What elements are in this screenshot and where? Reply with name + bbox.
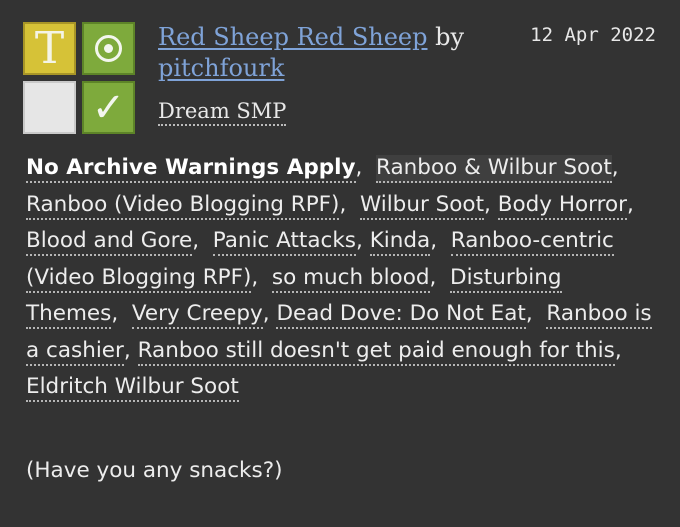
work-blurb: T ✓ Red Sheep Red Sheep by pitchfourk 12… <box>0 0 680 527</box>
tag-list: No Archive Warnings Apply, Ranboo & Wilb… <box>26 150 656 406</box>
work-summary: (Have you any snacks?) <box>26 458 283 483</box>
publish-date: 12 Apr 2022 <box>530 24 656 46</box>
required-tags: T ✓ <box>23 22 137 136</box>
work-heading: Red Sheep Red Sheep by pitchfourk <box>158 22 508 84</box>
fandom-link[interactable]: Dream SMP <box>158 98 287 126</box>
tag-freeform[interactable]: so much blood <box>271 264 430 293</box>
rating-teen-icon[interactable]: T <box>23 22 76 75</box>
circle-dot-icon <box>104 44 113 53</box>
tag-freeform[interactable]: Dead Dove: Do Not Eat <box>276 301 526 329</box>
tag-freeform[interactable]: Kinda <box>369 228 431 256</box>
tag-freeform[interactable]: Body Horror <box>497 191 627 220</box>
author-link[interactable]: pitchfourk <box>158 54 284 82</box>
tag-freeform[interactable]: Very Creepy <box>131 301 263 329</box>
tag-relationship[interactable]: Ranboo & Wilbur Soot <box>376 155 612 183</box>
checkmark-glyph: ✓ <box>91 85 126 131</box>
tag-freeform[interactable]: Panic Attacks <box>212 228 357 256</box>
category-gen-icon[interactable] <box>82 22 135 75</box>
tag-freeform[interactable]: Eldritch Wilbur Soot <box>26 374 239 402</box>
tag-character[interactable]: Wilbur Soot <box>359 191 485 220</box>
by-text: by <box>435 23 465 51</box>
tag-warning[interactable]: No Archive Warnings Apply <box>26 155 356 183</box>
warning-none-icon[interactable] <box>23 81 76 134</box>
rating-letter: T <box>34 23 65 74</box>
complete-check-icon[interactable]: ✓ <box>82 81 135 134</box>
tag-freeform[interactable]: Ranboo still doesn't get paid enough for… <box>137 337 615 366</box>
work-title-link[interactable]: Red Sheep Red Sheep <box>158 23 428 51</box>
tag-character[interactable]: Ranboo (Video Blogging RPF) <box>26 191 340 220</box>
tag-freeform[interactable]: Blood and Gore <box>26 228 193 256</box>
